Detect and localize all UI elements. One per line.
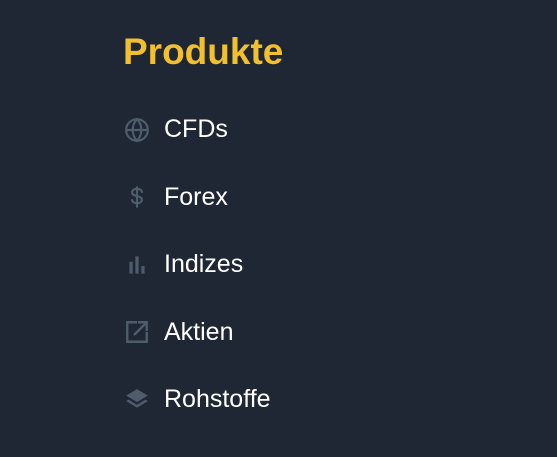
menu-item-label: Rohstoffe [164,385,271,413]
dollar-icon [123,183,151,211]
layers-icon [123,386,151,414]
menu-item-cfds[interactable]: CFDs [123,109,271,150]
menu-item-aktien[interactable]: Aktien [123,312,271,353]
bar-chart-icon [123,251,151,279]
menu-item-label: Indizes [164,250,244,278]
external-link-icon [123,318,151,346]
menu-item-rohstoffe[interactable]: Rohstoffe [123,379,271,420]
globe-icon [123,116,151,144]
menu-item-label: CFDs [164,115,228,143]
products-heading: Produkte [123,31,284,72]
menu-item-label: Forex [164,182,228,211]
menu-item-forex[interactable]: Forex [123,177,271,218]
products-panel: Produkte CFDs Forex Indizes Aktien Rohst… [0,0,557,457]
menu-item-indizes[interactable]: Indizes [123,244,271,285]
menu-item-label: Aktien [164,317,234,346]
products-menu: CFDs Forex Indizes Aktien Rohstoffe [123,109,271,447]
